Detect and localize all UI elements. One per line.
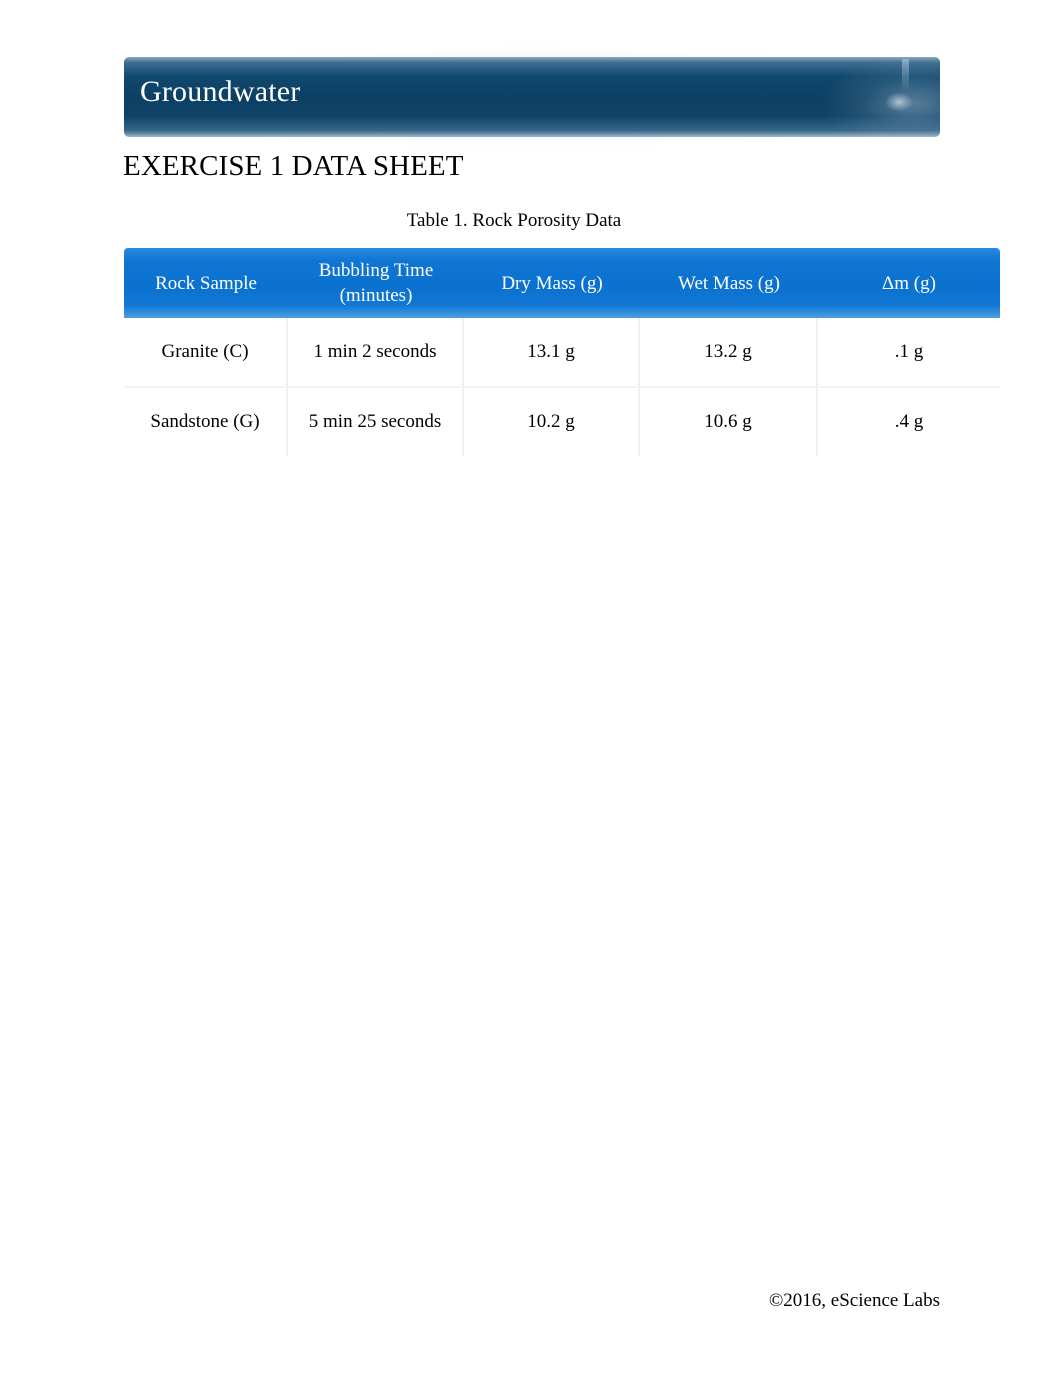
cell-dry-mass[interactable]: 13.1 g [464,318,640,388]
column-header-bubbling-time-line1: Bubbling Time [318,260,434,281]
column-header-wet-mass-label: Wet Mass (g) [678,272,780,294]
column-header-wet-mass: Wet Mass (g) [640,248,818,318]
cell-rock-sample[interactable]: Granite (C) [124,318,288,388]
column-header-bubbling-time-line2: (minutes) [339,285,413,306]
rock-porosity-table-container: Rock Sample Bubbling Time (minutes) Dry … [124,248,1000,456]
table-header-row: Rock Sample Bubbling Time (minutes) Dry … [124,248,1000,318]
banner-sheen [820,57,940,137]
cell-dry-mass[interactable]: 10.2 g [464,388,640,456]
cell-wet-mass[interactable]: 10.6 g [640,388,818,456]
column-header-delta-m-label: Δm (g) [882,272,936,294]
cell-wet-mass[interactable]: 13.2 g [640,318,818,388]
column-header-dry-mass: Dry Mass (g) [464,248,640,318]
banner-title: Groundwater [140,75,301,108]
table-row: Granite (C) 1 min 2 seconds 13.1 g 13.2 … [124,318,1000,388]
page-title: EXERCISE 1 DATA SHEET [123,150,464,182]
table-body: Granite (C) 1 min 2 seconds 13.1 g 13.2 … [124,318,1000,456]
table-row: Sandstone (G) 5 min 25 seconds 10.2 g 10… [124,388,1000,456]
column-header-bubbling-time: Bubbling Time (minutes) [288,248,464,318]
column-header-dry-mass-label: Dry Mass (g) [501,272,603,294]
copyright-footer: ©2016, eScience Labs [768,1290,940,1311]
column-header-rock-sample: Rock Sample [124,248,288,318]
banner-tab-icon [902,59,909,89]
cell-delta-m[interactable]: .1 g [818,318,1000,388]
column-header-rock-sample-label: Rock Sample [155,272,257,294]
document-page: Groundwater EXERCISE 1 DATA SHEET Table … [0,0,1062,1376]
document-banner: Groundwater [120,52,944,142]
table-caption: Table 1. Rock Porosity Data [406,210,622,231]
cell-rock-sample[interactable]: Sandstone (G) [124,388,288,456]
table-header: Rock Sample Bubbling Time (minutes) Dry … [124,248,1000,318]
rock-porosity-table: Rock Sample Bubbling Time (minutes) Dry … [124,248,1000,456]
cell-bubbling-time[interactable]: 1 min 2 seconds [288,318,464,388]
cell-bubbling-time[interactable]: 5 min 25 seconds [288,388,464,456]
banner-bar: Groundwater [124,57,940,137]
column-header-delta-m: Δm (g) [818,248,1000,318]
cell-delta-m[interactable]: .4 g [818,388,1000,456]
banner-emblem-icon [886,93,912,111]
